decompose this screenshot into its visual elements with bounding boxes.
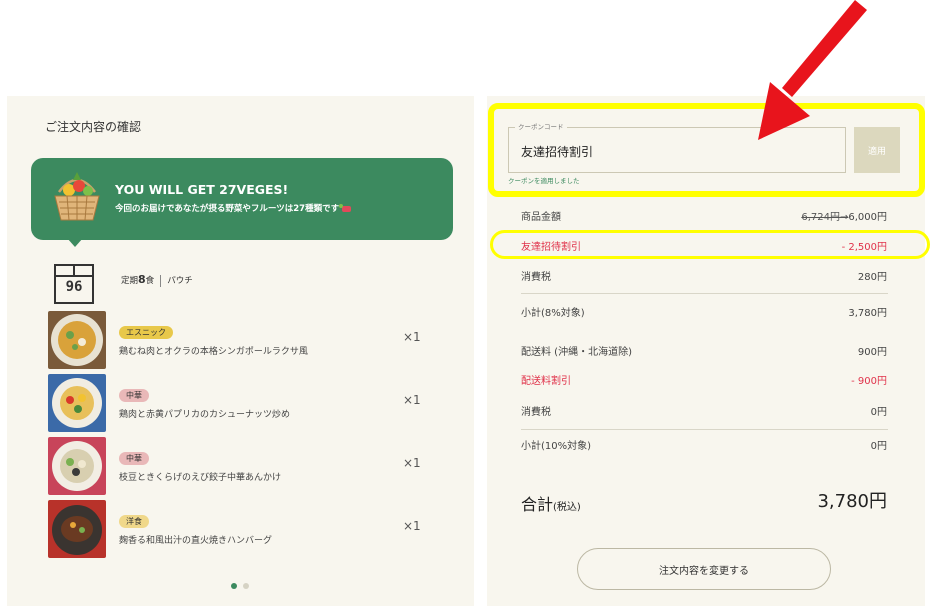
banner-pointer [67,238,83,247]
cuisine-tag: 中華 [119,389,149,402]
plan-summary: 定期8食 パウチ [121,273,193,287]
dish-name: 鶏肉と赤黄パプリカのカシューナッツ炒め [119,410,291,420]
shipping-discount-value: - 900円 [851,376,887,387]
total-value: 3,780円 [817,491,887,512]
coupon-applied-message: クーポンを適用しました [508,177,580,185]
divider [521,293,888,294]
subtotal-10-value: 0円 [870,441,887,452]
list-item: 中華 鶏肉と赤黄パプリカのカシューナッツ炒め ×1 [48,374,468,432]
vegetable-basket-icon [54,172,100,221]
coupon-code-input[interactable]: 友達招待割引 [521,143,593,160]
tax-label: 消費税 [521,272,551,283]
carousel-dot[interactable] [243,583,249,589]
total-label: 合計(税込) [521,495,581,514]
tax-value-2: 0円 [870,407,887,418]
item-quantity: ×1 [403,330,421,344]
banner-subtitle: 今回のお届けであなたが摂る野菜やフルーツは27種類です [115,202,352,214]
change-order-button[interactable]: 注文内容を変更する [577,548,831,590]
list-item: 中華 枝豆ときくらげのえび餃子中華あんかけ ×1 [48,437,468,495]
carousel-dots [231,574,255,593]
subtotal-8-value: 3,780円 [848,308,887,319]
cuisine-tag: エスニック [119,326,173,339]
divider [521,429,888,430]
veges-banner: YOU WILL GET 27VEGES! 今回のお届けであなたが摂る野菜やフル… [31,158,453,247]
friend-discount-value: - 2,500円 [841,242,887,253]
dish-image [48,374,106,432]
dish-image [48,311,106,369]
dish-name: 麹香る和風出汁の直火焼きハンバーグ [119,536,273,546]
dish-image [48,500,106,558]
shipping-value: 900円 [857,347,887,358]
list-item: 洋食 麹香る和風出汁の直火焼きハンバーグ ×1 [48,500,468,558]
radish-icon [339,203,352,212]
product-amount-value: 6,724円→6,000円 [801,212,887,223]
order-items-panel: ご注文内容の確認 YOU WILL GET 27VEGES! 今回のお届けであな… [7,96,474,606]
tax-value: 280円 [857,272,887,283]
banner-title: YOU WILL GET 27VEGES! [115,182,289,197]
product-amount-label: 商品金額 [521,212,561,223]
cuisine-tag: 洋食 [119,515,149,528]
item-quantity: ×1 [403,456,421,470]
shipping-discount-label: 配送料割引 [521,376,571,387]
item-quantity: ×1 [403,393,421,407]
cuisine-tag: 中華 [119,452,149,465]
coupon-field-label: クーポンコード [515,121,567,131]
dish-image [48,437,106,495]
page-title: ご注文内容の確認 [45,120,142,134]
red-arrow-annotation [758,0,867,140]
box-number-icon: 96 [54,264,94,304]
plan-divider [160,274,162,287]
carousel-dot-active[interactable] [231,583,237,589]
friend-discount-label: 友達招待割引 [521,242,581,253]
dish-name: 鶏むね肉とオクラの本格シンガポールラクサ風 [119,347,308,357]
shipping-label: 配送料 (沖縄・北海道除) [521,347,632,358]
subtotal-10-label: 小計(10%対象) [521,441,592,452]
subtotal-8-label: 小計(8%対象) [521,308,585,319]
list-item: エスニック 鶏むね肉とオクラの本格シンガポールラクサ風 ×1 [48,311,468,369]
dish-name: 枝豆ときくらげのえび餃子中華あんかけ [119,473,282,483]
tax-label-2: 消費税 [521,407,551,418]
item-quantity: ×1 [403,519,421,533]
